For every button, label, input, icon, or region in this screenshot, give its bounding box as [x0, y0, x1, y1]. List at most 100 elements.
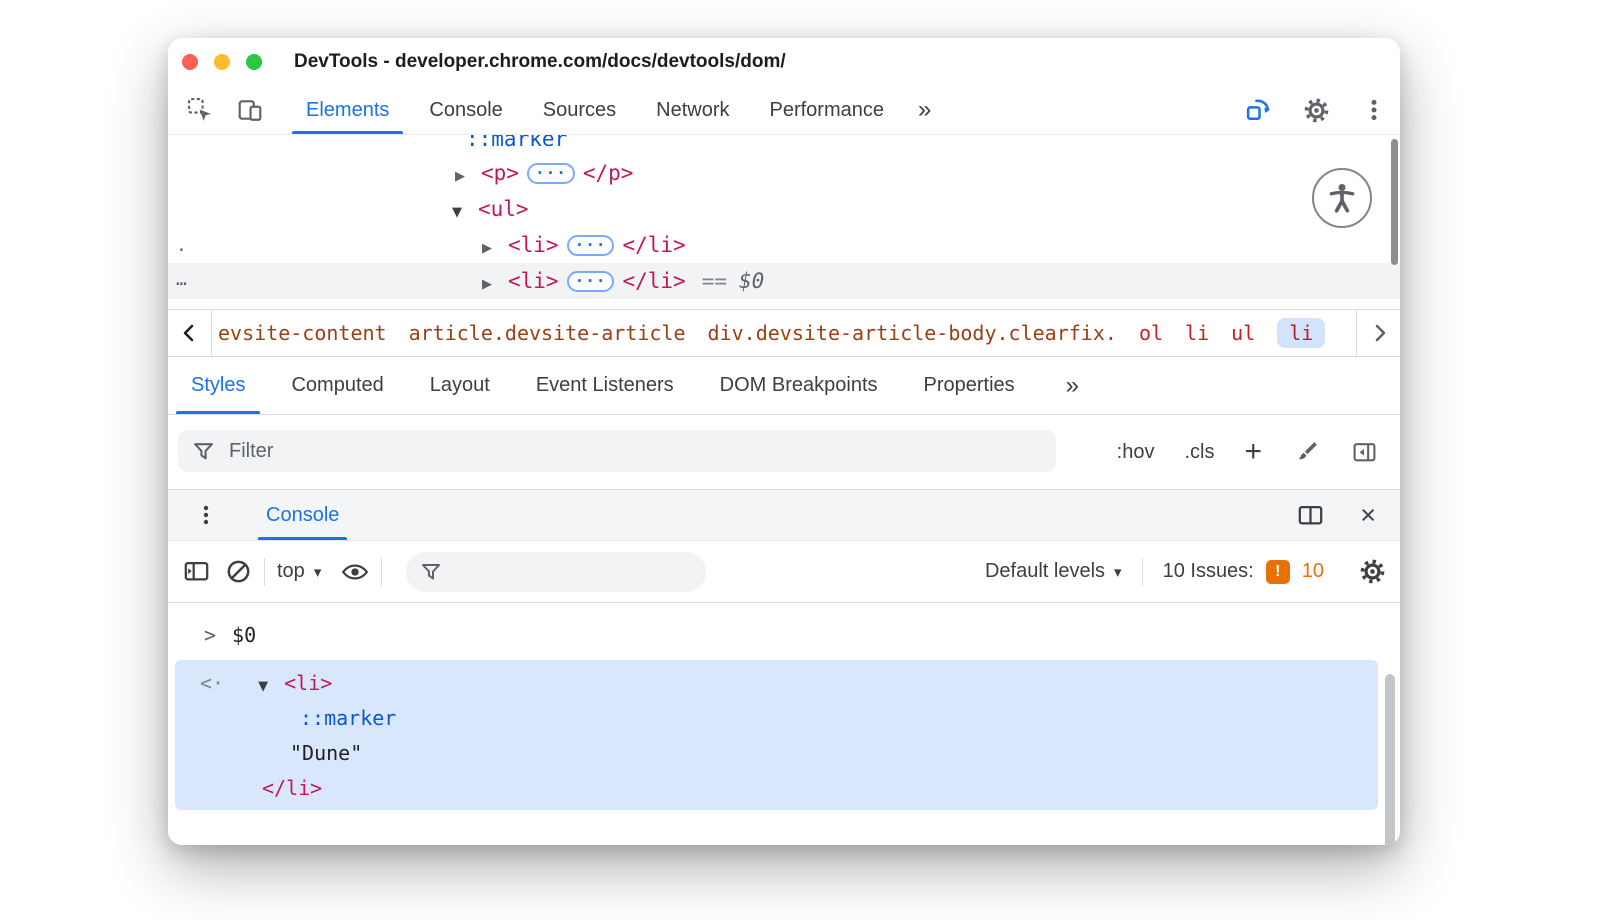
breadcrumb-bar: evsite-content article.devsite-article d… — [168, 309, 1400, 357]
console-toolbar: top ▾ Default levels ▾ 10 Issues: ! — [168, 541, 1400, 603]
more-tabs-icon[interactable]: » — [1050, 357, 1095, 414]
log-levels-selector[interactable]: Default levels ▾ — [985, 560, 1122, 583]
tab-elements[interactable]: Elements — [286, 86, 409, 134]
tab-sources[interactable]: Sources — [523, 86, 636, 134]
console-drawer-header: Console × — [168, 489, 1400, 541]
drawer-kebab-menu-icon[interactable] — [192, 501, 220, 529]
dom-node-p[interactable]: ▶<p>···</p> — [455, 155, 633, 191]
elements-tree-panel: ::marker ▶<p>···</p> ▼<ul> ▶<li>···</li>… — [168, 135, 1400, 309]
breadcrumb-item[interactable]: evsite-content — [218, 321, 387, 345]
expander-open-icon[interactable]: ▼ — [452, 195, 478, 231]
ellipsis-pill-icon[interactable]: ··· — [567, 271, 615, 292]
dom-node-ul[interactable]: ▼<ul> — [452, 191, 529, 227]
panel-tabs: Elements Console Sources Network Perform… — [286, 86, 945, 134]
styles-filter-field[interactable] — [178, 430, 1056, 472]
zoom-window-button[interactable] — [246, 54, 262, 70]
console-command-line: > $0 — [204, 619, 256, 651]
breadcrumb-item[interactable]: ol — [1139, 321, 1163, 345]
kebab-menu-icon[interactable] — [1360, 96, 1388, 124]
minimize-window-button[interactable] — [214, 54, 230, 70]
console-prompt-icon: > — [204, 623, 216, 647]
drawer-tab-console[interactable]: Console — [256, 490, 349, 540]
tag-close: </p> — [583, 161, 634, 185]
rotate-device-icon[interactable] — [1244, 96, 1272, 124]
accessibility-person-icon[interactable] — [1312, 168, 1372, 228]
expander-closed-icon[interactable]: ▶ — [482, 267, 508, 303]
result-string-value: "Dune" — [290, 736, 362, 770]
close-drawer-icon[interactable]: × — [1360, 502, 1376, 529]
console-context-selector[interactable]: top ▾ — [277, 560, 321, 583]
breadcrumb-scroll-right-icon[interactable] — [1356, 310, 1400, 356]
expander-closed-icon[interactable]: ▶ — [482, 231, 508, 267]
levels-label: Default levels — [985, 560, 1105, 583]
context-label: top — [277, 560, 305, 583]
console-filter-input[interactable] — [452, 561, 697, 583]
tab-event-listeners[interactable]: Event Listeners — [513, 357, 697, 414]
title-bar: DevTools - developer.chrome.com/docs/dev… — [168, 38, 1400, 86]
breadcrumb-item[interactable]: li — [1185, 321, 1209, 345]
device-toolbar-icon[interactable] — [236, 96, 264, 124]
element-classes-button[interactable]: .cls — [1184, 441, 1214, 464]
tab-dom-breakpoints[interactable]: DOM Breakpoints — [697, 357, 901, 414]
console-scrollbar[interactable] — [1385, 674, 1395, 845]
elements-scrollbar[interactable] — [1391, 139, 1398, 265]
result-pseudo-marker: ::marker — [300, 701, 396, 735]
tab-layout[interactable]: Layout — [407, 357, 513, 414]
breadcrumb-item[interactable]: article.devsite-article — [409, 321, 686, 345]
breadcrumb-scroll-left-icon[interactable] — [168, 310, 212, 356]
console-result-highlighted[interactable]: <· ▼<li> ::marker "Dune" </li> — [175, 660, 1378, 810]
expander-open-icon[interactable]: ▼ — [258, 670, 284, 704]
styles-tab-bar: Styles Computed Layout Event Listeners D… — [168, 357, 1400, 415]
clear-console-icon[interactable] — [224, 558, 252, 586]
tag-open: <li> — [284, 671, 332, 695]
dock-sidebar-icon[interactable] — [1350, 438, 1378, 466]
toggle-element-state-button[interactable]: :hov — [1117, 441, 1155, 464]
close-window-button[interactable] — [182, 54, 198, 70]
breadcrumb-item-selected[interactable]: li — [1277, 318, 1325, 348]
tag-close: </li> — [622, 269, 685, 293]
chevron-down-icon: ▾ — [1114, 563, 1122, 581]
console-command-text: $0 — [232, 623, 256, 647]
styles-filter-input[interactable] — [229, 440, 1042, 463]
tag-open: <p> — [481, 161, 519, 185]
breadcrumb-item[interactable]: ul — [1231, 321, 1255, 345]
dom-node-marker-clipped[interactable]: ::marker — [466, 135, 567, 157]
breadcrumb: evsite-content article.devsite-article d… — [212, 318, 1400, 348]
split-panel-icon[interactable] — [1296, 501, 1324, 529]
inspect-element-icon[interactable] — [186, 96, 214, 124]
console-messages: > $0 <· ▼<li> ::marker "Dune" </li> — [168, 603, 1400, 845]
issues-count: 10 — [1302, 560, 1324, 583]
output-marker-icon: <· — [200, 671, 224, 695]
filter-funnel-icon — [420, 561, 442, 583]
filter-funnel-icon — [192, 440, 215, 463]
breadcrumb-item[interactable]: div.devsite-article-body.clearfix. — [708, 321, 1117, 345]
tab-performance[interactable]: Performance — [750, 86, 905, 134]
new-style-rule-button[interactable]: + — [1244, 437, 1262, 467]
tab-styles[interactable]: Styles — [168, 357, 268, 414]
console-sidebar-icon[interactable] — [182, 558, 210, 586]
tab-computed[interactable]: Computed — [268, 357, 406, 414]
tab-console[interactable]: Console — [409, 86, 522, 134]
tab-network[interactable]: Network — [636, 86, 749, 134]
dom-node-li[interactable]: ▶<li>···</li> — [482, 227, 686, 263]
stray-text-dot: . — [176, 235, 187, 256]
dom-node-li-selected[interactable]: ▶<li>···</li>==$0 — [168, 263, 1400, 299]
settings-gear-icon[interactable] — [1302, 96, 1330, 124]
devtools-window: DevTools - developer.chrome.com/docs/dev… — [168, 38, 1400, 845]
more-tabs-icon[interactable]: » — [904, 86, 945, 134]
issues-counter[interactable]: 10 Issues: ! 10 — [1163, 560, 1324, 584]
dollar-zero-ref: $0 — [739, 269, 764, 293]
console-filter-field[interactable] — [406, 552, 706, 592]
expander-closed-icon[interactable]: ▶ — [455, 159, 481, 195]
stray-text-ellipsis: … — [176, 269, 187, 290]
tab-properties[interactable]: Properties — [901, 357, 1038, 414]
tag-close: </li> — [622, 233, 685, 257]
traffic-lights — [182, 54, 262, 70]
ellipsis-pill-icon[interactable]: ··· — [527, 163, 575, 184]
issues-label: 10 Issues: — [1163, 560, 1254, 583]
ellipsis-pill-icon[interactable]: ··· — [567, 235, 615, 256]
console-settings-gear-icon[interactable] — [1358, 558, 1386, 586]
paintbrush-icon[interactable] — [1292, 438, 1320, 466]
tag-open: <li> — [508, 233, 559, 257]
live-expression-eye-icon[interactable] — [341, 558, 369, 586]
